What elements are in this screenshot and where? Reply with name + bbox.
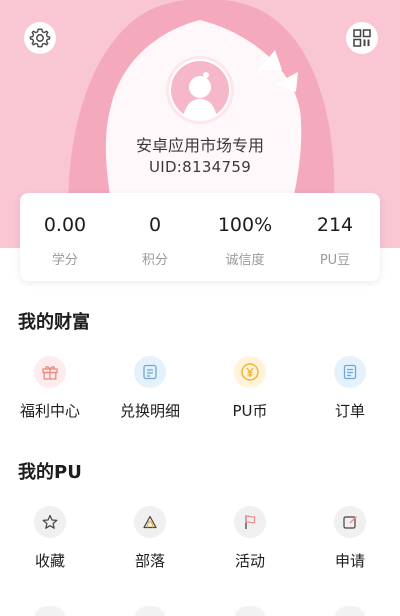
exchange-details-button[interactable]: 兑换明细 [100,356,200,421]
stat-label: 积分 [141,253,168,268]
peek-icon [100,606,200,616]
user-id: UID:8134759 [148,158,252,176]
avatar-image [171,61,229,119]
stat-value: 214 [316,214,354,236]
stats-card: 0.00 学分 0 积分 100% 诚信度 214 PU豆 [20,193,380,281]
gear-icon [29,28,51,48]
my-pu-grid: 收藏 部落 活动 申请 [0,506,400,571]
grid-label: 福利中心 [19,402,80,420]
stat-pu-beans[interactable]: 214 PU豆 [290,193,380,281]
section-title-my-pu: 我的PU [18,462,82,483]
activities-button[interactable]: 活动 [200,506,300,571]
star-icon [34,506,66,538]
qr-code-icon [353,29,371,47]
grid-label: 申请 [334,552,365,570]
yen-coin-icon [234,356,266,388]
stat-value: 0 [148,214,162,236]
list-icon [134,356,166,388]
settings-button[interactable] [24,22,56,54]
grid-label: PU币 [232,402,268,420]
stat-integrity[interactable]: 100% 诚信度 [200,193,290,281]
apply-button[interactable]: 申请 [300,506,400,571]
grid-label: 活动 [234,552,265,570]
tribe-icon [134,506,166,538]
stat-value: 100% [217,214,273,236]
peek-icon [300,606,400,616]
grid-label: 订单 [334,402,365,420]
gift-icon [34,356,66,388]
flag-icon [234,506,266,538]
peek-icon [200,606,300,616]
stat-credits[interactable]: 0.00 学分 [20,193,110,281]
stat-label: 诚信度 [225,253,265,268]
stat-label: 学分 [51,253,78,268]
next-row-peek [0,606,400,616]
wealth-grid: 福利中心 兑换明细 PU币 订单 [0,356,400,421]
pu-coin-button[interactable]: PU币 [200,356,300,421]
tribe-button[interactable]: 部落 [100,506,200,571]
grid-label: 兑换明细 [119,402,180,420]
stat-value: 0.00 [43,214,87,236]
section-title-wealth: 我的财富 [18,312,90,333]
stat-label: PU豆 [319,253,351,268]
document-icon [334,356,366,388]
orders-button[interactable]: 订单 [300,356,400,421]
welfare-center-button[interactable]: 福利中心 [0,356,100,421]
edit-icon [334,506,366,538]
username: 安卓应用市场专用 [135,136,264,155]
grid-label: 收藏 [34,552,65,570]
stat-points[interactable]: 0 积分 [110,193,200,281]
favorites-button[interactable]: 收藏 [0,506,100,571]
grid-label: 部落 [134,552,165,570]
avatar[interactable] [166,56,234,124]
peek-icon [0,606,100,616]
qr-code-button[interactable] [346,22,378,54]
